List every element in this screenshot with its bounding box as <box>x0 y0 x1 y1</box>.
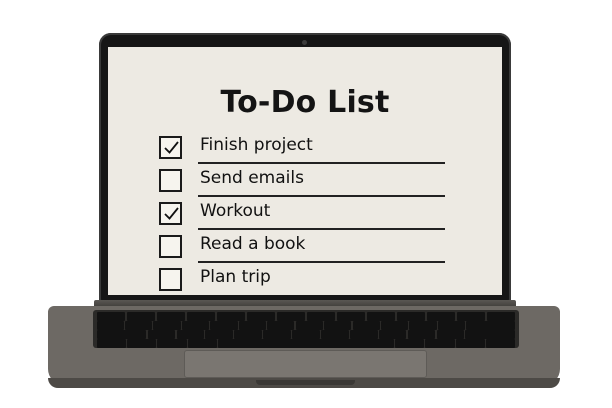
check-icon <box>164 207 179 220</box>
check-icon <box>164 141 179 154</box>
keyboard-key <box>436 330 465 339</box>
keyboard-key <box>176 330 205 339</box>
keyboard-key <box>263 330 291 339</box>
keyboard-key <box>437 321 466 330</box>
lid-notch <box>256 380 355 385</box>
keyboard-key <box>292 330 320 339</box>
todo-label: Plan trip <box>200 267 271 287</box>
keyboard-key <box>96 321 124 330</box>
keyboard-key <box>349 330 378 339</box>
keyboard-key <box>306 312 336 321</box>
keyboard-key <box>396 312 426 321</box>
page-title: To-Do List <box>220 85 390 120</box>
keyboard-key <box>394 339 425 348</box>
keyboard-key <box>96 312 126 321</box>
keyboard-key <box>186 312 216 321</box>
keyboard-key <box>455 339 485 348</box>
todo-checkbox[interactable] <box>159 169 182 192</box>
todo-checkbox[interactable] <box>159 136 182 159</box>
keyboard-key <box>238 321 267 330</box>
todo-item: Workout <box>159 199 449 232</box>
todo-item: Read a book <box>159 232 449 265</box>
key-row <box>96 312 516 321</box>
keyboard-key <box>246 312 276 321</box>
laptop-lid: To-Do List Finish project Send emails Wo… <box>99 33 511 303</box>
key-row <box>96 330 516 339</box>
keyboard-key <box>352 321 380 330</box>
todo-item: Send emails <box>159 166 449 199</box>
keyboard-key <box>127 339 157 348</box>
keyboard-key <box>276 312 306 321</box>
todo-item: Finish project <box>159 133 449 166</box>
keyboard-key <box>96 330 147 339</box>
keyboard-key <box>456 312 486 321</box>
keyboard-key <box>267 321 295 330</box>
keyboard-key <box>486 312 516 321</box>
keyboard-key <box>486 339 516 348</box>
keyboard-key <box>216 312 246 321</box>
laptop-screen: To-Do List Finish project Send emails Wo… <box>108 47 502 295</box>
keyboard-key <box>336 312 366 321</box>
todo-checkbox[interactable] <box>159 202 182 225</box>
divider <box>198 195 445 197</box>
divider <box>198 261 445 263</box>
keyboard-key <box>380 321 409 330</box>
keyboard-key <box>295 321 323 330</box>
trackpad <box>184 350 427 378</box>
divider <box>198 162 445 164</box>
keyboard-key <box>210 321 238 330</box>
keyboard-key <box>465 330 516 339</box>
keyboard-key <box>426 312 456 321</box>
todo-item: Plan trip <box>159 265 449 298</box>
keyboard-key <box>407 330 436 339</box>
keyboard-key <box>378 330 407 339</box>
todo-list: Finish project Send emails Workout Read … <box>159 133 449 298</box>
keyboard-key <box>218 339 394 348</box>
keyboard-key <box>409 321 437 330</box>
todo-checkbox[interactable] <box>159 268 182 291</box>
divider <box>198 228 445 230</box>
todo-label: Workout <box>200 201 271 221</box>
keyboard-key <box>466 321 516 330</box>
keyboard-key <box>425 339 455 348</box>
keyboard-key <box>125 321 153 330</box>
key-row <box>96 321 516 330</box>
keyboard-key <box>96 339 126 348</box>
todo-checkbox[interactable] <box>159 235 182 258</box>
keyboard-key <box>126 312 156 321</box>
keyboard-key <box>187 339 218 348</box>
keyboard-key <box>181 321 210 330</box>
keyboard-key <box>324 321 352 330</box>
keyboard-key <box>153 321 181 330</box>
keyboard-key <box>205 330 234 339</box>
keyboard-key <box>156 312 186 321</box>
webcam <box>302 40 307 45</box>
keyboard-key <box>366 312 396 321</box>
keyboard-key <box>321 330 349 339</box>
todo-label: Send emails <box>200 168 304 188</box>
keyboard-key <box>147 330 176 339</box>
keyboard-key <box>157 339 187 348</box>
key-row <box>96 339 516 348</box>
keyboard-key <box>234 330 263 339</box>
todo-label: Finish project <box>200 135 313 155</box>
todo-label: Read a book <box>200 234 306 254</box>
keyboard <box>93 310 519 348</box>
